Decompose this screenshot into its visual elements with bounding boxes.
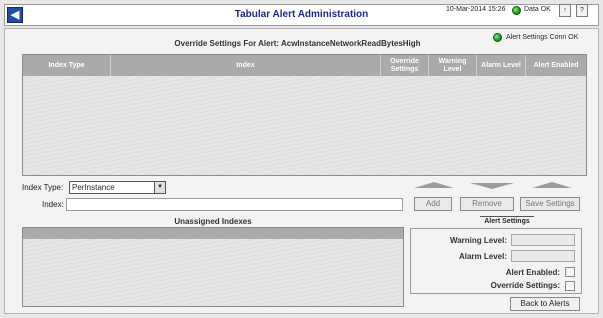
app-frame: ◀ Tabular Alert Administration 10-Mar-20… <box>0 0 603 318</box>
unassigned-list[interactable] <box>22 227 404 307</box>
timestamp: 10-Mar-2014 15:26 <box>446 6 506 13</box>
override-settings-label: Override Settings: <box>490 281 560 290</box>
chevron-down-icon[interactable]: ▼ <box>154 182 165 193</box>
alarm-level-input[interactable] <box>511 250 575 262</box>
unassigned-title: Unassigned Indexes <box>174 217 252 226</box>
column-header[interactable]: Index Type <box>23 55 111 76</box>
up-arrow-icon <box>532 182 572 188</box>
column-header[interactable]: Alarm Level <box>477 55 526 76</box>
data-status-icon <box>512 6 521 15</box>
warning-level-input[interactable] <box>511 234 575 246</box>
alert-enabled-checkbox[interactable] <box>565 267 575 277</box>
unassigned-header <box>23 228 403 239</box>
remove-button[interactable]: Remove <box>460 197 514 211</box>
index-type-value: PerInstance <box>72 183 115 192</box>
column-header[interactable]: Alert Enabled <box>526 55 586 76</box>
alert-settings-title: Alert Settings <box>480 216 534 225</box>
up-arrow-button[interactable]: ↑ <box>559 4 571 17</box>
index-type-label: Index Type: <box>22 183 64 192</box>
override-table[interactable]: Index Type Index Override Settings Warni… <box>22 54 587 176</box>
page-title: Tabular Alert Administration <box>234 9 369 20</box>
warning-level-label: Warning Level: <box>449 236 507 245</box>
index-input[interactable] <box>66 198 403 211</box>
index-type-select[interactable]: PerInstance ▼ <box>69 181 166 194</box>
up-arrow-icon <box>414 182 454 188</box>
override-settings-checkbox[interactable] <box>565 281 575 291</box>
save-settings-button[interactable]: Save Settings <box>520 197 580 211</box>
table-header: Index Type Index Override Settings Warni… <box>23 55 586 76</box>
column-header[interactable]: Index <box>111 55 381 76</box>
down-arrow-icon <box>470 183 514 189</box>
alert-enabled-label: Alert Enabled: <box>505 268 560 277</box>
add-button[interactable]: Add <box>414 197 452 211</box>
index-label: Index: <box>42 200 64 209</box>
help-button[interactable]: ? <box>576 4 588 17</box>
column-header[interactable]: Override Settings <box>381 55 429 76</box>
header-bar: ◀ Tabular Alert Administration <box>4 4 599 26</box>
column-header[interactable]: Warning Level <box>429 55 477 76</box>
alarm-level-label: Alarm Level: <box>458 252 507 261</box>
back-to-alerts-button[interactable]: Back to Alerts <box>510 297 580 311</box>
override-title: Override Settings For Alert: AcwInstance… <box>174 39 421 48</box>
data-status-text: Data OK <box>524 6 551 13</box>
